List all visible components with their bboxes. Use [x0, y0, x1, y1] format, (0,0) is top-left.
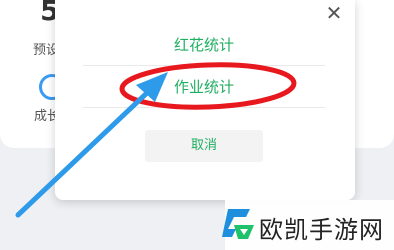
ok-logo-icon	[222, 209, 254, 239]
watermark-text: 欧凯手游网	[259, 216, 384, 244]
pointer-arrow-shaft	[15, 87, 153, 218]
